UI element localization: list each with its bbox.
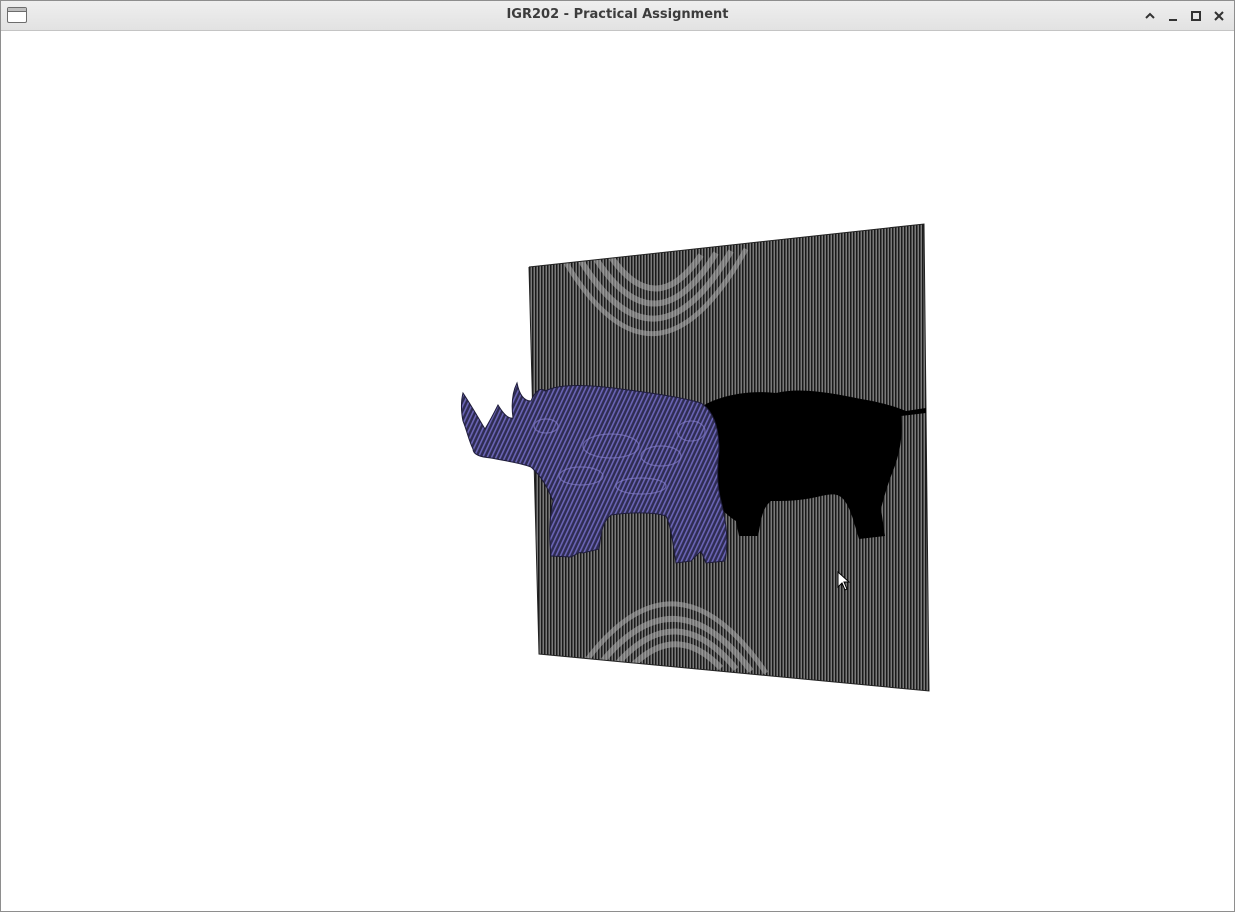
rendered-scene: [461, 223, 930, 692]
maximize-icon: [1190, 11, 1201, 21]
opengl-viewport[interactable]: [1, 31, 1234, 911]
minimize-button[interactable]: [1161, 5, 1184, 27]
close-button[interactable]: [1207, 5, 1230, 27]
app-window: IGR202 - Practical Assignment: [0, 0, 1235, 912]
rhino-mesh: [461, 381, 728, 564]
mouse-pointer-icon: [837, 571, 851, 591]
shade-button[interactable]: [1138, 5, 1161, 27]
chevron-up-icon: [1144, 12, 1155, 19]
window-title: IGR202 - Practical Assignment: [506, 7, 729, 22]
minimize-icon: [1168, 19, 1177, 21]
maximize-button[interactable]: [1184, 5, 1207, 27]
window-controls: [1138, 5, 1230, 27]
title-bar[interactable]: IGR202 - Practical Assignment: [1, 1, 1234, 31]
close-icon: [1213, 11, 1224, 21]
